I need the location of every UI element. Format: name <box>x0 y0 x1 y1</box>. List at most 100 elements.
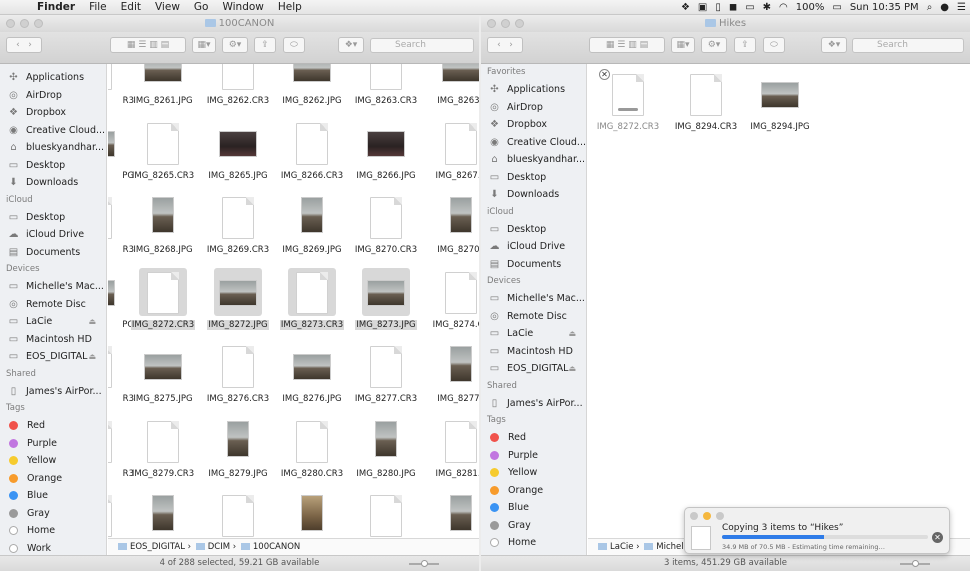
file-item[interactable]: IMG_8266.CR3 <box>272 119 352 191</box>
file-item[interactable]: IMG_8275.JPG <box>123 342 203 414</box>
dropbox-menu-icon[interactable]: ❖ <box>677 2 694 13</box>
sidebar-item-airdrop[interactable]: ◎ AirDrop <box>0 87 106 105</box>
sidebar-item-desktop[interactable]: ▭ Desktop <box>0 157 106 175</box>
search-field[interactable]: Search <box>852 38 964 53</box>
sidebar-item-icloud-drive[interactable]: ☁ iCloud Drive <box>0 226 106 244</box>
sidebar-item-desktop[interactable]: ▭ Desktop <box>481 169 586 187</box>
file-item[interactable]: ✕ IMG_8272.CR3 <box>588 69 668 142</box>
file-item[interactable]: IMG_8276.JPG <box>272 342 352 414</box>
evernote-icon[interactable]: ▣ <box>694 2 711 13</box>
minimize-window-button[interactable] <box>703 512 711 520</box>
sidebar-item-remote-disc[interactable]: ◎ Remote Disc <box>0 296 106 314</box>
cancel-copy-button[interactable]: ✕ <box>932 532 943 543</box>
cancel-copy-icon[interactable]: ✕ <box>599 69 610 80</box>
dropbox-toolbar-button[interactable]: ❖▾ <box>821 37 847 53</box>
status-icon[interactable]: ▯ <box>711 2 725 13</box>
tags-button[interactable]: ⬭ <box>283 37 305 53</box>
sidebar-tag-red[interactable]: Red <box>0 417 106 435</box>
sidebar-item-downloads[interactable]: ⬇ Downloads <box>481 186 586 204</box>
file-item[interactable]: IMG_8268.JPG <box>123 193 203 265</box>
arrange-button[interactable]: ▦▾ <box>192 37 216 53</box>
sidebar-tag-purple[interactable]: Purple <box>0 435 106 453</box>
sidebar-item-macintosh-hd[interactable]: ▭ Macintosh HD <box>0 331 106 349</box>
sidebar-item-creative-cloud-[interactable]: ◉ Creative Cloud... <box>0 122 106 140</box>
menu-go[interactable]: Go <box>187 1 216 13</box>
sidebar-item-eos-digital[interactable]: ▭ EOS_DIGITAL ⏏ <box>481 360 586 378</box>
sidebar-tag-blue[interactable]: Blue <box>481 499 586 517</box>
file-item[interactable]: IMG_8263.J <box>421 64 479 116</box>
minimize-window-button[interactable] <box>501 19 510 28</box>
sidebar-item-airdrop[interactable]: ◎ AirDrop <box>481 99 586 117</box>
battery-percent[interactable]: 100% <box>792 2 829 13</box>
tags-button[interactable]: ⬭ <box>763 37 785 53</box>
dropbox-toolbar-button[interactable]: ❖▾ <box>338 37 364 53</box>
file-item[interactable]: IMG_8272.JPG <box>198 267 278 340</box>
file-item[interactable]: IMG_8280.CR3 <box>272 417 352 489</box>
sidebar-item-documents[interactable]: ▤ Documents <box>0 244 106 262</box>
action-gear-button[interactable]: ⚙▾ <box>222 37 248 53</box>
sidebar-item-blueskyandhar-[interactable]: ⌂ blueskyandhar... <box>481 151 586 169</box>
sidebar-item-icloud-drive[interactable]: ☁ iCloud Drive <box>481 238 586 256</box>
battery-icon[interactable]: ▭ <box>828 2 845 13</box>
slider-knob[interactable] <box>912 560 919 567</box>
sidebar-item-desktop[interactable]: ▭ Desktop <box>481 221 586 239</box>
sidebar-tag-red[interactable]: Red <box>481 429 586 447</box>
app-status-icon[interactable]: ◼ <box>725 2 741 13</box>
sidebar-item-creative-cloud-[interactable]: ◉ Creative Cloud... <box>481 134 586 152</box>
file-item[interactable]: IMG_8277.J <box>421 342 479 414</box>
sidebar-item-lacie[interactable]: ▭ LaCie ⏏ <box>481 325 586 343</box>
action-gear-button[interactable]: ⚙▾ <box>701 37 727 53</box>
file-item[interactable]: IMG_8265.JPG <box>198 119 278 191</box>
menu-help[interactable]: Help <box>271 1 309 13</box>
file-item[interactable]: IMG_8272.CR3 <box>123 267 203 340</box>
menu-window[interactable]: Window <box>215 1 270 13</box>
sidebar-tag-orange[interactable]: Orange <box>0 470 106 488</box>
arrange-button[interactable]: ▦▾ <box>671 37 695 53</box>
file-item[interactable]: IMG_8262.JPG <box>272 64 352 116</box>
view-mode-buttons[interactable]: ▦ ☰ ▥ ▤ <box>110 37 186 53</box>
zoom-window-button[interactable] <box>515 19 524 28</box>
menu-edit[interactable]: Edit <box>114 1 148 13</box>
sidebar-tag-gray[interactable]: Gray <box>0 505 106 523</box>
slider-knob[interactable] <box>421 560 428 567</box>
sidebar-item-eos-digital[interactable]: ▭ EOS_DIGITAL ⏏ <box>0 348 106 366</box>
back-forward-buttons[interactable]: ‹ › <box>487 37 523 53</box>
file-item[interactable]: IMG_8274.CR <box>421 268 479 340</box>
sidebar-tag-home[interactable]: Home <box>0 522 106 540</box>
notification-center-icon[interactable]: ☰ <box>953 2 970 13</box>
close-window-button[interactable] <box>487 19 496 28</box>
back-forward-buttons[interactable]: ‹ › <box>6 37 42 53</box>
sidebar-item-documents[interactable]: ▤ Documents <box>481 256 586 274</box>
sidebar-item-remote-disc[interactable]: ◎ Remote Disc <box>481 308 586 326</box>
file-item[interactable]: IMG_8276.CR3 <box>198 342 278 414</box>
file-item[interactable]: IMG_8279.JPG <box>198 417 278 489</box>
eject-icon[interactable]: ⏏ <box>568 325 576 343</box>
zoom-window-button[interactable] <box>716 512 724 520</box>
file-grid[interactable]: ✕ IMG_8272.CR3 IMG_8294.CR3 IMG_8294.JPG <box>588 64 970 538</box>
user-avatar[interactable]: ● <box>936 2 953 13</box>
sidebar-tag-yellow[interactable]: Yellow <box>0 452 106 470</box>
wifi-icon[interactable]: ◠ <box>775 2 792 13</box>
sidebar-item-michelle-s-mac-[interactable]: ▭ Michelle's Mac... <box>481 290 586 308</box>
search-field[interactable]: Search <box>370 38 474 53</box>
file-item[interactable]: IMG_8280.JPG <box>346 417 426 489</box>
sidebar-tag-purple[interactable]: Purple <box>481 447 586 465</box>
file-item[interactable]: IMG_8266.JPG <box>346 119 426 191</box>
sidebar-item-macintosh-hd[interactable]: ▭ Macintosh HD <box>481 343 586 361</box>
airplay-icon[interactable]: ▭ <box>741 2 758 13</box>
share-button[interactable]: ⇪ <box>254 37 276 53</box>
sidebar-item-james-s-airpor-[interactable]: ▯ James's AirPor... <box>0 383 106 401</box>
sidebar-item-james-s-airpor-[interactable]: ▯ James's AirPor... <box>481 395 586 413</box>
path-segment[interactable]: 100CANON <box>253 542 300 552</box>
sidebar-item-lacie[interactable]: ▭ LaCie ⏏ <box>0 313 106 331</box>
eject-icon[interactable]: ⏏ <box>88 348 96 366</box>
sidebar-item-dropbox[interactable]: ❖ Dropbox <box>481 116 586 134</box>
sidebar-tag-yellow[interactable]: Yellow <box>481 464 586 482</box>
close-window-button[interactable] <box>6 19 15 28</box>
title-bar[interactable]: 100CANON <box>0 16 479 32</box>
path-segment[interactable]: EOS_DIGITAL <box>130 542 185 552</box>
sidebar-item-blueskyandhar-[interactable]: ⌂ blueskyandhar... <box>0 139 106 157</box>
file-item[interactable]: IMG_8267.C <box>421 119 479 191</box>
clock[interactable]: Sun 10:35 PM <box>846 2 923 13</box>
minimize-window-button[interactable] <box>20 19 29 28</box>
